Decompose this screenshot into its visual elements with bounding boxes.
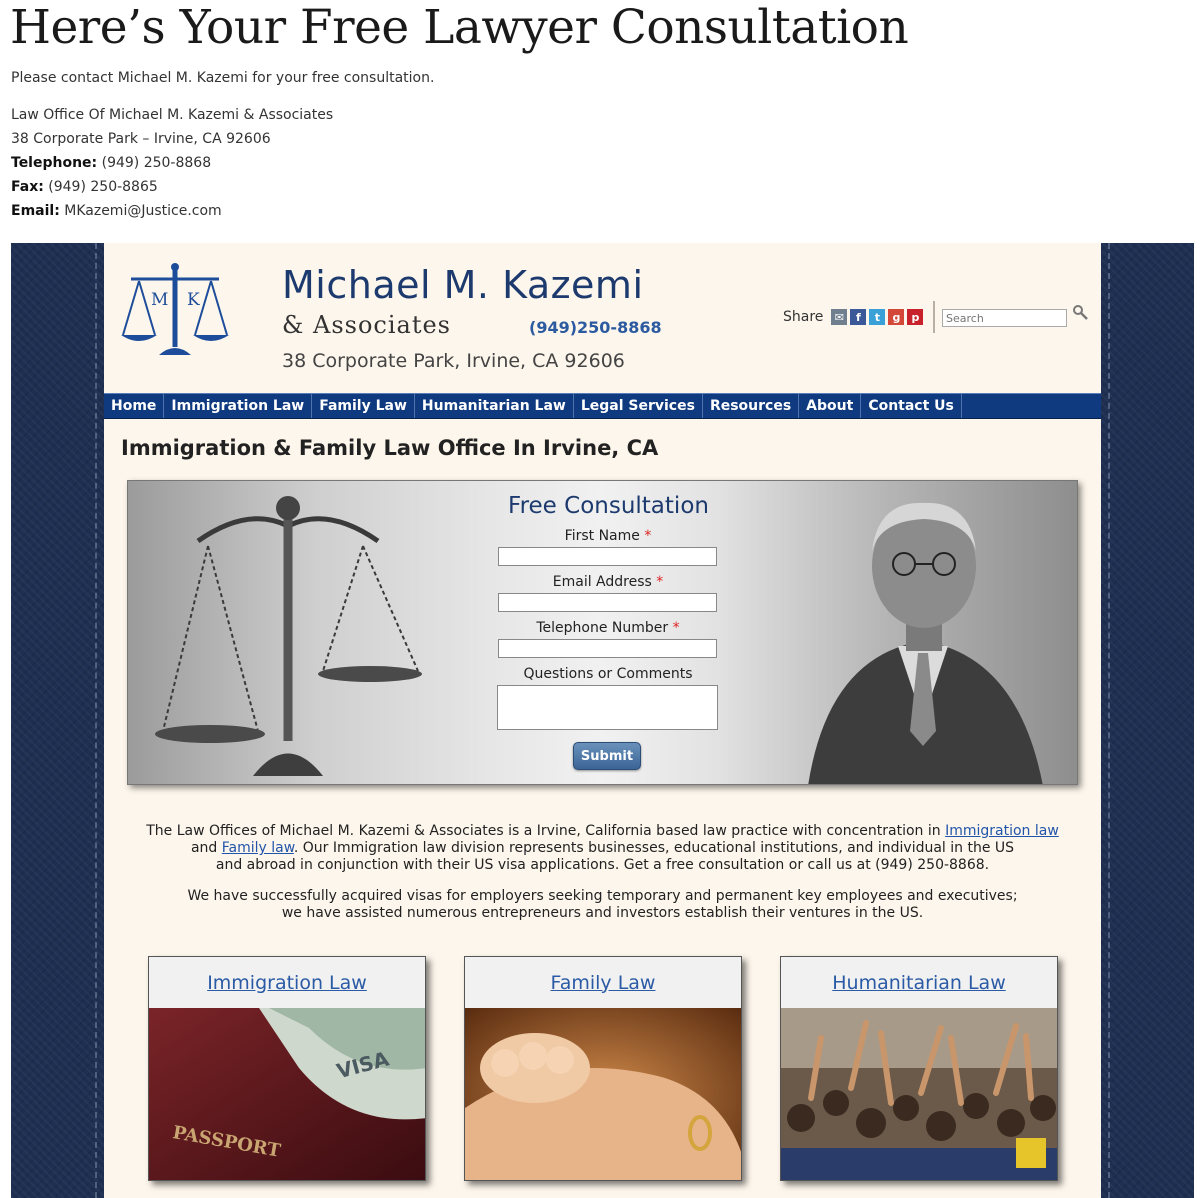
fax-value: (949) 250-8865: [48, 179, 158, 195]
search-input[interactable]: [942, 309, 1067, 327]
fax-label: Fax:: [11, 179, 44, 195]
card-title[interactable]: Humanitarian Law: [781, 957, 1057, 1008]
desc-text-b: and: [190, 840, 222, 856]
required-mark: *: [644, 528, 652, 544]
search-icon[interactable]: [1072, 304, 1088, 320]
desc-text-a: The Law Offices of Michael M. Kazemi & A…: [146, 823, 946, 839]
nav-resources[interactable]: Resources: [703, 394, 800, 418]
email-label-text: Email Address: [552, 574, 652, 590]
nav-contact-us[interactable]: Contact Us: [861, 394, 962, 418]
telephone-label: Telephone:: [11, 155, 98, 171]
scales-of-justice-image: [155, 496, 422, 776]
brand-address: 38 Corporate Park, Irvine, CA 92606: [282, 350, 625, 372]
pinterest-icon[interactable]: p: [907, 309, 924, 325]
first-name-field[interactable]: [498, 547, 717, 566]
comments-textarea[interactable]: [497, 685, 718, 730]
share-label: Share: [783, 309, 824, 325]
fax-line: Fax: (949) 250-8865: [11, 175, 333, 199]
section-title: Immigration & Family Law Office In Irvin…: [121, 436, 659, 460]
card-immigration-law[interactable]: Immigration Law VISA PASSPORT: [148, 956, 426, 1181]
family-law-link[interactable]: Family law: [222, 840, 294, 856]
nav-humanitarian-law[interactable]: Humanitarian Law: [415, 394, 574, 418]
immigration-law-link[interactable]: Immigration law: [945, 823, 1059, 839]
visa-text-1: We have successfully acquired visas for …: [187, 888, 1018, 904]
main-nav: Home Immigration Law Family Law Humanita…: [104, 393, 1101, 419]
passport-visa-image: VISA PASSPORT: [149, 1008, 425, 1180]
google-plus-icon[interactable]: g: [888, 309, 905, 325]
crowd-image: [781, 1008, 1057, 1180]
required-mark: *: [672, 620, 680, 636]
scales-logo-icon: M K: [121, 263, 229, 355]
office-name: Law Office Of Michael M. Kazemi & Associ…: [11, 107, 334, 123]
nav-family-law[interactable]: Family Law: [312, 394, 415, 418]
site-content: M K Michael M. Kazemi & Associates (949)…: [104, 243, 1101, 1198]
form-title: Free Consultation: [508, 493, 709, 519]
website-screenshot: M K Michael M. Kazemi & Associates (949)…: [11, 243, 1194, 1198]
share-divider: [933, 301, 935, 333]
desc-text-c: . Our Immigration law division represent…: [293, 840, 1015, 856]
share-bar: Share ✉ f t g p: [783, 309, 924, 325]
card-family-law[interactable]: Family Law: [464, 956, 742, 1181]
intro-text: Please contact Michael M. Kazemi for you…: [11, 70, 435, 86]
email-field[interactable]: [498, 593, 717, 612]
telephone-label-text: Telephone Number: [536, 620, 669, 636]
mail-icon[interactable]: ✉: [831, 309, 848, 325]
email-label: Email:: [11, 203, 60, 219]
brand-phone[interactable]: (949)250-8868: [529, 318, 662, 337]
leather-stitch-left: [95, 243, 97, 1198]
desc-text-d: and abroad in conjunction with their US …: [215, 857, 990, 873]
telephone-field[interactable]: [498, 639, 717, 658]
nav-about[interactable]: About: [799, 394, 862, 418]
brand-name: Michael M. Kazemi: [282, 263, 644, 307]
twitter-icon[interactable]: t: [869, 309, 886, 325]
email-value: MKazemi@Justice.com: [64, 203, 222, 219]
page-title: Here’s Your Free Lawyer Consultation: [10, 0, 909, 55]
email-line: Email: MKazemi@Justice.com: [11, 199, 333, 223]
telephone-value: (949) 250-8868: [101, 155, 212, 171]
nav-home[interactable]: Home: [104, 394, 165, 418]
baby-hand-image: [465, 1008, 741, 1180]
card-title[interactable]: Family Law: [465, 957, 741, 1008]
first-name-label-text: First Name: [564, 528, 640, 544]
contact-block: Law Office Of Michael M. Kazemi & Associ…: [11, 103, 333, 223]
telephone-line: Telephone: (949) 250-8868: [11, 151, 333, 175]
visa-text-2: we have assisted numerous entrepreneurs …: [281, 905, 924, 921]
attorney-portrait-image: [808, 502, 1043, 784]
email-label: Email Address *: [498, 574, 718, 590]
card-humanitarian-law[interactable]: Humanitarian Law: [780, 956, 1058, 1181]
logo-letter-k: K: [187, 290, 200, 310]
comments-label: Questions or Comments: [523, 666, 693, 682]
hero-banner: Free Consultation First Name * Email Add…: [127, 480, 1078, 785]
office-address: 38 Corporate Park – Irvine, CA 92606: [11, 131, 271, 147]
telephone-label: Telephone Number *: [498, 620, 718, 636]
nav-immigration-law[interactable]: Immigration Law: [164, 394, 313, 418]
facebook-icon[interactable]: f: [850, 309, 867, 325]
brand-associates: & Associates: [282, 311, 451, 339]
required-mark: *: [656, 574, 664, 590]
card-title[interactable]: Immigration Law: [149, 957, 425, 1008]
intro-paragraph: The Law Offices of Michael M. Kazemi & A…: [134, 823, 1071, 874]
nav-legal-services[interactable]: Legal Services: [574, 394, 703, 418]
submit-button[interactable]: Submit: [573, 742, 641, 770]
first-name-label: First Name *: [498, 528, 718, 544]
leather-stitch-right: [1108, 243, 1110, 1198]
visa-paragraph: We have successfully acquired visas for …: [134, 888, 1071, 922]
logo-letter-m: M: [151, 290, 168, 310]
